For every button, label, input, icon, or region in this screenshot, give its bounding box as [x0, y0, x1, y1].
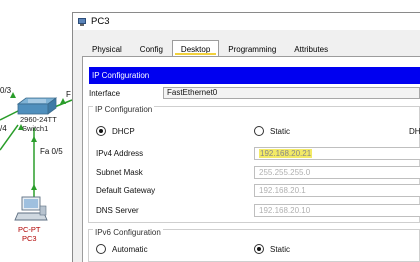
switch-model-label: 2960-24TT: [20, 115, 57, 124]
subnet-mask-label: Subnet Mask: [96, 168, 143, 177]
switch-name-label: Switch1: [22, 124, 49, 133]
ip-config-header: IP Configuration: [89, 67, 420, 84]
static-radio-button[interactable]: [254, 126, 264, 136]
switch-icon: [16, 97, 58, 115]
static-radio[interactable]: Static: [254, 126, 290, 136]
tab-programming[interactable]: Programming: [219, 40, 285, 57]
tab-config[interactable]: Config: [131, 40, 172, 57]
default-gateway-row: Default Gateway 192.168.20.1: [96, 184, 420, 197]
link-status-up-icon: [31, 136, 37, 142]
window-titlebar[interactable]: PC3: [73, 13, 420, 30]
port-label: 0/3: [0, 86, 12, 95]
interface-select[interactable]: FastEthernet0: [163, 87, 420, 99]
pc-name-label: PC3: [22, 234, 37, 243]
ipv6-static-radio-button[interactable]: [254, 244, 264, 254]
tab-physical[interactable]: Physical: [83, 40, 131, 57]
ipv6-automatic-radio-button[interactable]: [96, 244, 106, 254]
dhcp-label: DHCP: [112, 126, 135, 136]
pc-app-icon: [77, 17, 87, 27]
ipv4-address-field[interactable]: 192.168.20.21: [254, 147, 420, 160]
subnet-mask-row: Subnet Mask 255.255.255.0: [96, 166, 420, 179]
tab-desktop[interactable]: Desktop: [171, 40, 220, 57]
link-status-up-icon: [31, 184, 37, 190]
dhcp-radio[interactable]: DHCP: [96, 126, 135, 136]
port-label: /4: [0, 124, 7, 133]
window-title: PC3: [91, 16, 110, 27]
tab-attributes[interactable]: Attributes: [285, 40, 337, 57]
ipv6-static-label: Static: [270, 244, 291, 254]
port-label: Fa 0/5: [40, 147, 63, 156]
tab-desktop-label: Desktop: [180, 45, 211, 55]
ipv4-address-label: IPv4 Address: [96, 149, 144, 158]
pc-model-label: PC-PT: [18, 225, 41, 234]
static-label: Static: [270, 126, 291, 136]
dns-server-field[interactable]: 192.168.20.10: [254, 204, 420, 217]
dhcp-option-label-cut: DH: [409, 127, 420, 136]
ipv4-address-value: 192.168.20.21: [259, 149, 313, 158]
ipv4-address-row: IPv4 Address 192.168.20.21: [96, 147, 420, 160]
default-gateway-label: Default Gateway: [96, 186, 156, 195]
pc-icon: [14, 196, 48, 221]
port-label: F: [66, 90, 71, 99]
default-gateway-field[interactable]: 192.168.20.1: [254, 184, 420, 197]
interface-row: Interface FastEthernet0: [89, 87, 420, 99]
ipv6-static-radio[interactable]: Static: [254, 244, 290, 254]
dns-server-row: DNS Server 192.168.20.10: [96, 204, 420, 217]
ipv6-group-title: IPv6 Configuration: [93, 228, 163, 237]
dns-server-label: DNS Server: [96, 206, 139, 215]
ipv6-automatic-radio[interactable]: Automatic: [96, 244, 148, 254]
dhcp-radio-button[interactable]: [96, 126, 106, 136]
tab-bar: Physical Config Desktop Programming Attr…: [83, 40, 337, 57]
ipv4-group-title: IP Configuration: [93, 105, 155, 114]
interface-label: Interface: [89, 89, 121, 98]
subnet-mask-field[interactable]: 255.255.255.0: [254, 166, 420, 179]
ipv6-automatic-label: Automatic: [112, 244, 148, 254]
